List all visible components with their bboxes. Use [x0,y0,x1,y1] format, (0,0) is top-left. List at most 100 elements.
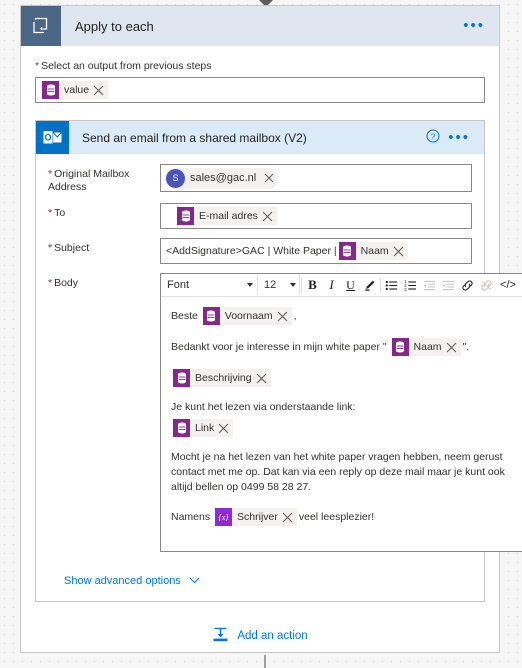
close-icon[interactable] [263,172,275,184]
field-row-body: * Body Font 12 B I U 1 2 3 </> Beste Voo… [48,273,522,552]
apply-to-each-header[interactable]: Apply to each ••• [21,6,499,46]
token-schrijver[interactable]: {x} Schrijver [215,508,297,526]
font-size-select[interactable]: 12 [261,275,300,295]
token-label: Voornaam [224,309,273,322]
token-naam-body[interactable]: Naam [391,338,461,356]
body-line-link-intro: Je kunt het lezen via onderstaande link: [171,401,356,413]
close-icon[interactable] [92,84,105,97]
code-icon[interactable]: </> [496,275,520,295]
required-asterisk: * [48,207,53,219]
to-input[interactable]: E-mail adres [160,203,472,229]
apply-to-each-title: Apply to each [75,18,154,34]
apply-to-each-menu-icon[interactable]: ••• [463,18,485,33]
token-naam-subject[interactable]: Naam [338,242,408,260]
required-asterisk: * [35,60,40,72]
svg-text:O: O [44,133,51,143]
underline-button[interactable]: U [341,275,360,295]
rich-text-content[interactable]: Beste Voornaam , Bedankt voor je interes… [161,297,522,551]
variable-icon: {x} [215,508,233,526]
close-icon[interactable] [392,245,405,258]
svg-text:?: ? [431,131,436,141]
send-email-action-body: * Original Mailbox Address S sales@gac.nl [36,154,522,601]
avatar: S [166,168,185,188]
indent-icon [439,275,458,295]
to-field: E-mail adres [160,203,472,229]
rich-text-toolbar: Font 12 B I U 1 2 3 </> [161,274,522,297]
add-an-action-button[interactable]: Add an action [21,626,499,646]
thanks-prefix: Bedankt voor je interesse in mijn white … [171,340,387,353]
body-line-thanks: Bedankt voor je interesse in mijn white … [171,338,512,356]
outdent-icon [420,275,439,295]
rich-text-editor: Font 12 B I U 1 2 3 </> Beste Voornaam ,… [160,273,522,552]
numbered-list-icon[interactable]: 1 2 3 [401,275,420,295]
subject-label: * Subject [48,242,90,254]
subject-field: <AddSignature>GAC | White Paper | Naam [160,238,472,264]
field-row-subject: * Subject <AddSignature>GAC | White Paper… [48,238,472,264]
token-label: Naam [360,245,389,257]
thanks-suffix: ". [462,340,470,353]
token-value[interactable]: value [42,81,109,99]
close-icon[interactable] [255,372,268,385]
required-asterisk: * [48,277,53,289]
loop-icon [21,6,61,46]
token-beschrijving[interactable]: Beschrijving [173,369,271,387]
body-line-contact: Mocht je na het lezen van het white pape… [171,451,505,493]
outlook-icon: O [36,121,69,154]
bold-button[interactable]: B [303,275,322,295]
required-asterisk: * [48,168,53,180]
send-email-action-menu-icon[interactable]: ••• [448,130,470,145]
help-circle-icon[interactable]: ? [426,129,440,146]
select-output-input[interactable]: value [35,77,485,103]
close-icon[interactable] [281,511,294,524]
toolbar-divider [301,277,302,293]
token-label: Naam [413,340,442,353]
bulleted-list-icon[interactable] [382,275,401,295]
token-voornaam[interactable]: Voornaam [202,307,292,325]
send-email-action-title: Send an email from a shared mailbox (V2) [82,130,307,145]
show-advanced-options-link[interactable]: Show advanced options [48,561,472,601]
body-line-greeting: Beste Voornaam , [171,307,512,325]
token-label: Schrijver [237,510,278,523]
required-asterisk: * [48,242,53,254]
send-email-action-header[interactable]: O Send an email from a shared mailbox (V… [36,121,484,154]
close-icon[interactable] [217,422,230,435]
token-email-adres[interactable]: E-mail adres [177,207,277,225]
subject-static-text: <AddSignature>GAC | White Paper | [166,245,337,257]
send-email-action-card: O Send an email from a shared mailbox (V… [35,120,522,602]
close-icon[interactable] [276,310,289,323]
greeting-prefix: Beste [171,309,198,322]
to-label: * To [48,207,66,219]
apply-to-each-body: * Select an output from previous steps va… [21,46,522,602]
field-row-to: * To E-mail adres [48,203,472,229]
close-icon[interactable] [445,341,458,354]
mailbox-input[interactable]: S sales@gac.nl [160,164,472,192]
chevron-down-icon [290,283,296,287]
dynamic-content-icon [173,419,190,437]
font-size-value: 12 [264,279,277,291]
mailbox-label: * Original Mailbox Address [48,168,130,193]
italic-button[interactable]: I [322,275,341,295]
dynamic-content-icon [391,338,409,356]
signoff-prefix: Namens [171,510,211,523]
dynamic-content-icon [173,369,190,387]
token-link[interactable]: Link [173,419,234,437]
toolbar-divider [380,277,381,293]
token-label: Beschrijving [195,371,252,384]
highlighter-icon[interactable] [360,275,379,295]
token-label: Link [195,421,215,434]
close-icon[interactable] [261,210,274,223]
dynamic-content-icon [177,207,194,225]
mailbox-field: S sales@gac.nl [160,164,472,192]
subject-input[interactable]: <AddSignature>GAC | White Paper | Naam [160,238,472,264]
chevron-down-icon [189,575,200,587]
link-icon[interactable] [458,275,477,295]
svg-text:3: 3 [404,286,407,291]
body-line-link: Link [171,419,512,437]
font-family-select[interactable]: Font [163,275,258,295]
add-an-action-label: Add an action [237,630,308,642]
dynamic-content-icon [202,307,220,325]
token-label: E-mail adres [199,210,258,222]
add-action-icon [212,626,229,646]
token-label: value [64,84,90,96]
person-chip-sales[interactable]: S sales@gac.nl [165,167,280,189]
